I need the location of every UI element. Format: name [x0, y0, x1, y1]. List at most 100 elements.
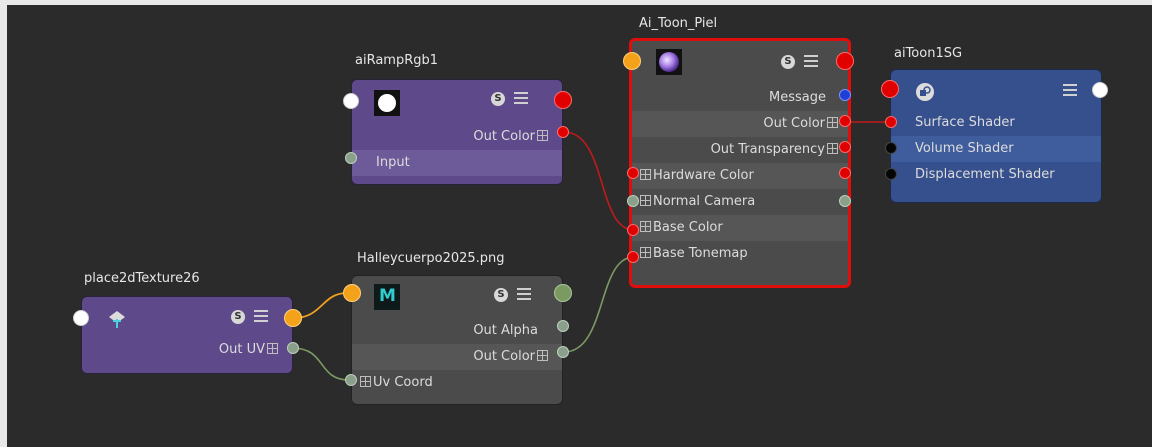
- maya-file-icon-letter: M: [379, 286, 396, 306]
- out-transparency-label: Out Transparency: [710, 142, 825, 157]
- expand-icon[interactable]: [640, 247, 651, 258]
- node-ai-toon-piel[interactable]: S Message Out Color Out Transparency Har…: [629, 38, 851, 288]
- place2d-out-uv-port[interactable]: [287, 342, 299, 354]
- wire-place2d-to-texture-message: [293, 292, 348, 319]
- sg-displacement-shader-port[interactable]: [885, 168, 897, 180]
- base-color-label: Base Color: [653, 220, 723, 235]
- node-editor-canvas[interactable]: aiRampRgb1 S Out Color Input place2dText…: [7, 5, 1152, 447]
- node-shading-group[interactable]: Surface Shader Volume Shader Displacemen…: [890, 69, 1102, 203]
- node-place2d-texture[interactable]: S Out UV: [81, 296, 293, 374]
- hamburger-menu-icon[interactable]: [514, 92, 528, 104]
- toon-normal-camera-port[interactable]: [627, 195, 639, 207]
- row-base-tonemap[interactable]: Base Tonemap: [632, 241, 848, 267]
- wire-texture-outcolor-to-basetonemap: [563, 256, 635, 353]
- row-out-transparency[interactable]: Out Transparency: [632, 137, 848, 163]
- out-uv-label: Out UV: [218, 342, 265, 357]
- row-out-color[interactable]: Out Color: [352, 124, 562, 150]
- maya-file-icon: M: [374, 284, 400, 310]
- toon-hardware-color-out-port[interactable]: [839, 167, 851, 179]
- volume-shader-label: Volume Shader: [915, 141, 1014, 156]
- base-tonemap-label: Base Tonemap: [653, 246, 748, 261]
- row-input[interactable]: Input: [352, 150, 562, 176]
- hamburger-menu-icon[interactable]: [1063, 84, 1077, 96]
- expand-icon[interactable]: [640, 169, 651, 180]
- row-base-color[interactable]: Base Color: [632, 215, 848, 241]
- place2d-output-port[interactable]: [284, 309, 302, 327]
- hamburger-menu-icon[interactable]: [254, 310, 268, 322]
- node-title-place2d: place2dTexture26: [84, 271, 200, 286]
- row-hardware-color[interactable]: Hardware Color: [632, 163, 848, 189]
- toon-base-color-port[interactable]: [627, 224, 639, 236]
- message-label: Message: [769, 90, 826, 105]
- row-out-uv[interactable]: Out UV: [82, 337, 292, 363]
- white-circle-icon: [374, 90, 400, 116]
- hardware-color-label: Hardware Color: [653, 168, 754, 183]
- sg-output-port[interactable]: [1092, 82, 1108, 98]
- row-message[interactable]: Message: [632, 85, 848, 111]
- expand-icon[interactable]: [640, 195, 651, 206]
- expand-icon[interactable]: [827, 143, 838, 154]
- ramp-message-port[interactable]: [343, 93, 359, 109]
- toon-base-tonemap-port[interactable]: [627, 251, 639, 263]
- swatch-badge-icon[interactable]: S: [491, 92, 505, 106]
- row-surface-shader[interactable]: Surface Shader: [891, 110, 1101, 136]
- wire-ramp-outcolor-to-basecolor: [563, 131, 635, 231]
- row-out-alpha[interactable]: Out Alpha: [352, 318, 562, 344]
- place2d-message-port[interactable]: [73, 310, 89, 326]
- node-file-texture[interactable]: M S Out Alpha Out Color Uv Coord: [351, 275, 563, 405]
- out-color-label: Out Color: [763, 116, 825, 131]
- toon-message-port[interactable]: [839, 89, 851, 101]
- node-title-ramp: aiRampRgb1: [355, 53, 439, 68]
- expand-icon[interactable]: [537, 350, 548, 361]
- out-alpha-label: Out Alpha: [473, 323, 538, 338]
- surface-shader-label: Surface Shader: [915, 115, 1015, 130]
- swatch-badge-icon[interactable]: S: [231, 310, 245, 324]
- row-out-color[interactable]: Out Color: [352, 344, 562, 370]
- texture-output-port[interactable]: [554, 284, 572, 302]
- texture-out-alpha-port[interactable]: [557, 320, 569, 332]
- input-label: Input: [376, 155, 410, 170]
- wire-place2d-uv-to-texture-uv: [291, 347, 350, 381]
- displacement-shader-label: Displacement Shader: [915, 167, 1055, 182]
- toon-output-port[interactable]: [836, 52, 854, 70]
- ramp-out-color-port[interactable]: [557, 126, 569, 138]
- node-title-sg: aiToon1SG: [894, 46, 963, 61]
- toon-out-color-port[interactable]: [839, 115, 851, 127]
- hamburger-menu-icon[interactable]: [517, 288, 531, 300]
- out-color-label: Out Color: [473, 349, 535, 364]
- row-displacement-shader[interactable]: Displacement Shader: [891, 162, 1101, 188]
- toon-normal-camera-out-port[interactable]: [839, 195, 851, 207]
- expand-icon[interactable]: [267, 343, 278, 354]
- out-color-label: Out Color: [473, 129, 535, 144]
- row-normal-camera[interactable]: Normal Camera: [632, 189, 848, 215]
- texture-out-color-port[interactable]: [557, 346, 569, 358]
- purple-sphere-icon: [656, 49, 682, 75]
- sg-input-port[interactable]: [881, 80, 899, 98]
- ramp-output-port[interactable]: [554, 91, 572, 109]
- expand-icon[interactable]: [640, 221, 651, 232]
- toon-hardware-color-port[interactable]: [627, 167, 639, 179]
- row-volume-shader[interactable]: Volume Shader: [891, 136, 1101, 162]
- expand-icon[interactable]: [827, 117, 838, 128]
- swatch-badge-icon[interactable]: S: [494, 288, 508, 302]
- normal-camera-label: Normal Camera: [653, 194, 756, 209]
- node-title-toon: Ai_Toon_Piel: [639, 16, 718, 31]
- row-out-color[interactable]: Out Color: [632, 111, 848, 137]
- hamburger-menu-icon[interactable]: [804, 55, 818, 67]
- place2d-texture-icon: [106, 309, 128, 329]
- toon-out-transparency-port[interactable]: [839, 141, 851, 153]
- expand-icon[interactable]: [360, 376, 371, 387]
- node-ai-ramp-rgb[interactable]: S Out Color Input: [351, 79, 563, 185]
- shading-group-icon: [915, 82, 935, 102]
- texture-message-port[interactable]: [343, 284, 361, 302]
- expand-icon[interactable]: [537, 130, 548, 141]
- sg-surface-shader-port[interactable]: [885, 116, 897, 128]
- ramp-input-port[interactable]: [345, 152, 357, 164]
- swatch-badge-icon[interactable]: S: [781, 55, 795, 69]
- texture-uv-coord-port[interactable]: [345, 374, 357, 386]
- sg-volume-shader-port[interactable]: [885, 142, 897, 154]
- row-uv-coord[interactable]: Uv Coord: [352, 370, 562, 396]
- toon-input-port[interactable]: [623, 52, 641, 70]
- node-title-texture: Halleycuerpo2025.png: [357, 251, 505, 266]
- uv-coord-label: Uv Coord: [373, 375, 433, 390]
